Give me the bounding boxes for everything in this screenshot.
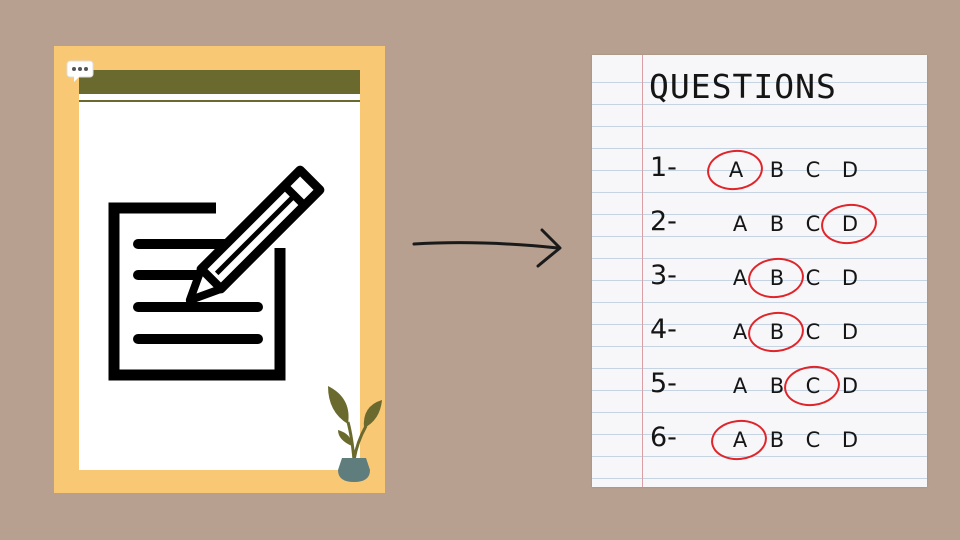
option-d: D — [819, 201, 879, 247]
option-c: C — [805, 158, 821, 182]
option-d: D — [841, 158, 859, 182]
question-row-1: 1- A B C D — [650, 147, 910, 193]
question-row-4: 4- A B C D — [650, 309, 910, 355]
question-row-3: 3- A B C D — [650, 255, 910, 301]
question-number: 6- — [650, 422, 677, 453]
option-b: B — [769, 212, 785, 236]
question-number: 3- — [650, 260, 677, 291]
option-a: A — [705, 147, 765, 193]
option-c: C — [805, 428, 821, 452]
answer-sheet: QUESTIONS 1- A B C D 2- A B C D 3- A B C… — [592, 55, 927, 487]
answer-circle — [705, 147, 765, 193]
option-c: C — [782, 363, 842, 409]
question-number: 1- — [650, 152, 677, 183]
question-number: 5- — [650, 368, 677, 399]
question-number: 2- — [650, 206, 677, 237]
chat-bubble-icon — [66, 60, 94, 82]
plant-icon — [328, 386, 382, 482]
option-b: B — [746, 309, 806, 355]
question-number: 4- — [650, 314, 677, 345]
right-arrow-icon — [412, 228, 562, 268]
option-b: B — [769, 428, 785, 452]
option-a: A — [709, 417, 769, 463]
option-b: B — [746, 255, 806, 301]
paper-margin-line — [642, 55, 643, 487]
option-d: D — [841, 266, 859, 290]
paper-title: QUESTIONS — [649, 67, 837, 106]
option-b: B — [769, 158, 785, 182]
question-row-6: 6- A B C D — [650, 417, 910, 463]
question-row-5: 5- A B C D — [650, 363, 910, 409]
option-d: D — [841, 428, 859, 452]
question-row-2: 2- A B C D — [650, 201, 910, 247]
write-document-icon — [108, 165, 325, 381]
option-a: A — [732, 374, 748, 398]
option-d: D — [841, 320, 859, 344]
worksheet-header-bar — [79, 70, 360, 94]
option-c: C — [805, 266, 821, 290]
worksheet-header-divider — [79, 100, 360, 102]
option-d: D — [841, 374, 859, 398]
option-c: C — [805, 320, 821, 344]
answer-circle — [819, 201, 879, 247]
option-a: A — [732, 212, 748, 236]
